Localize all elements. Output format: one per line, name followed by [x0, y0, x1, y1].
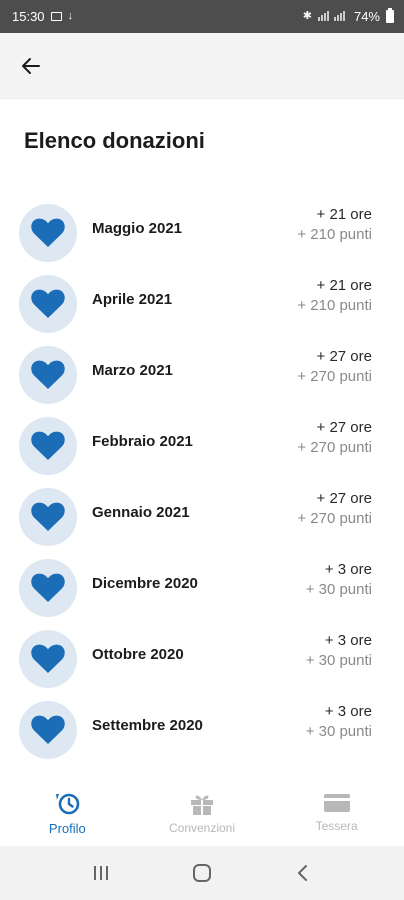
heart-icon — [31, 644, 65, 673]
donation-hours: + 27 ore — [316, 419, 372, 436]
donation-list: Maggio 2021 + 21 ore + 210 punti Aprile … — [0, 198, 404, 766]
donation-row[interactable]: Gennaio 2021 + 27 ore + 270 punti — [0, 482, 404, 553]
nav-label: Convenzioni — [168, 821, 236, 835]
signal-icon — [317, 10, 348, 24]
image-notification-icon — [50, 12, 62, 21]
donation-points: + 210 punti — [297, 226, 372, 243]
donation-row[interactable]: Ottobre 2020 + 3 ore + 30 punti — [0, 624, 404, 695]
donation-row[interactable]: Aprile 2021 + 21 ore + 210 punti — [0, 269, 404, 340]
heart-icon — [31, 218, 65, 247]
status-time: 15:30 — [12, 9, 45, 24]
donation-points: + 270 punti — [297, 368, 372, 385]
donation-points: + 270 punti — [297, 439, 372, 456]
chevron-left-icon — [298, 865, 308, 881]
donation-points: + 30 punti — [305, 723, 372, 740]
nav-profilo[interactable]: Profilo — [0, 780, 135, 846]
recent-apps-icon — [93, 866, 108, 880]
heart-icon — [31, 360, 65, 389]
donation-hours: + 21 ore — [316, 277, 372, 294]
home-button[interactable] — [187, 858, 217, 888]
page-title: Elenco donazioni — [24, 128, 205, 153]
donation-month: Aprile 2021 — [92, 291, 173, 308]
system-navigation-bar — [0, 846, 404, 900]
recent-apps-button[interactable] — [86, 858, 116, 888]
battery-icon — [386, 8, 394, 23]
app-bar — [0, 33, 404, 99]
heart-icon — [31, 715, 65, 744]
donation-row[interactable]: Dicembre 2020 + 3 ore + 30 punti — [0, 553, 404, 624]
gift-icon — [191, 795, 213, 815]
system-back-button[interactable] — [288, 858, 318, 888]
heart-badge — [19, 559, 77, 617]
bottom-navigation: Profilo Convenzioni Tessera — [0, 780, 404, 846]
arrow-left-icon — [22, 58, 40, 74]
donation-row[interactable]: Marzo 2021 + 27 ore + 270 punti — [0, 340, 404, 411]
donation-points: + 30 punti — [305, 581, 372, 598]
donation-hours: + 21 ore — [316, 206, 372, 223]
donation-hours: + 27 ore — [316, 490, 372, 507]
donation-month: Gennaio 2021 — [92, 504, 190, 521]
battery-percent: 74% — [353, 9, 380, 24]
heart-badge — [19, 346, 77, 404]
bluetooth-icon: ✱ — [302, 10, 312, 22]
home-icon — [192, 864, 211, 882]
donation-month: Settembre 2020 — [92, 717, 203, 734]
nav-convenzioni[interactable]: Convenzioni — [135, 780, 270, 846]
nav-label: Tessera — [315, 819, 358, 833]
heart-icon — [31, 289, 65, 318]
back-button[interactable] — [16, 51, 46, 81]
donation-points: + 30 punti — [305, 652, 372, 669]
donation-month: Febbraio 2021 — [92, 433, 193, 450]
heart-icon — [31, 573, 65, 602]
heart-badge — [19, 204, 77, 262]
status-bar: 15:30 ↓ ✱ 74% — [0, 0, 404, 33]
heart-badge — [19, 275, 77, 333]
donation-hours: + 3 ore — [324, 703, 372, 720]
donation-points: + 210 punti — [297, 297, 372, 314]
donation-month: Dicembre 2020 — [92, 575, 198, 592]
donation-row[interactable]: Settembre 2020 + 3 ore + 30 punti — [0, 695, 404, 766]
heart-badge — [19, 488, 77, 546]
donation-row[interactable]: Maggio 2021 + 21 ore + 210 punti — [0, 198, 404, 269]
donation-hours: + 27 ore — [316, 348, 372, 365]
donation-month: Maggio 2021 — [92, 220, 183, 237]
donation-points: + 270 punti — [297, 510, 372, 527]
heart-icon — [31, 502, 65, 531]
heart-badge — [19, 630, 77, 688]
nav-tessera[interactable]: Tessera — [269, 780, 404, 846]
donation-month: Marzo 2021 — [92, 362, 173, 379]
donation-hours: + 3 ore — [324, 561, 372, 578]
profile-history-icon — [56, 793, 80, 815]
donation-row[interactable]: Febbraio 2021 + 27 ore + 270 punti — [0, 411, 404, 482]
status-bar-right: ✱ 74% — [302, 8, 394, 24]
heart-badge — [19, 417, 77, 475]
download-notification-icon: ↓ — [67, 10, 74, 22]
card-icon — [323, 794, 350, 812]
heart-icon — [31, 431, 65, 460]
status-bar-left: 15:30 ↓ — [12, 9, 73, 24]
heart-badge — [19, 701, 77, 759]
donation-hours: + 3 ore — [324, 632, 372, 649]
nav-label: Profilo — [48, 821, 86, 836]
donation-month: Ottobre 2020 — [92, 646, 184, 663]
